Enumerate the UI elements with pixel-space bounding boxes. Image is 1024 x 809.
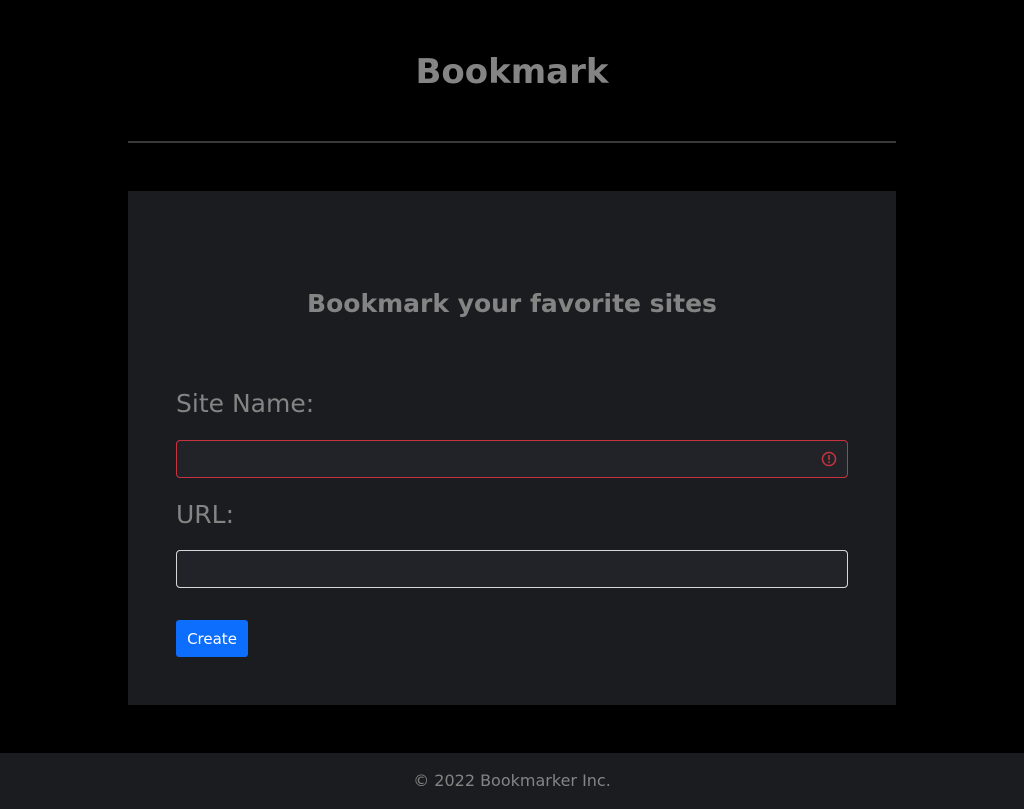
- page: Bookmark Bookmark your favorite sites Si…: [0, 0, 1024, 809]
- site-name-input[interactable]: [176, 440, 848, 478]
- footer: © 2022 Bookmarker Inc.: [0, 753, 1024, 809]
- error-circle-icon: [821, 451, 837, 467]
- create-button[interactable]: Create: [176, 620, 248, 657]
- url-input[interactable]: [176, 550, 848, 588]
- page-title: Bookmark: [415, 52, 609, 92]
- footer-copyright: © 2022 Bookmarker Inc.: [413, 771, 611, 790]
- url-label: URL:: [176, 500, 235, 529]
- form-heading: Bookmark your favorite sites: [307, 289, 717, 318]
- site-name-label: Site Name:: [176, 389, 315, 418]
- header-divider: [128, 141, 896, 143]
